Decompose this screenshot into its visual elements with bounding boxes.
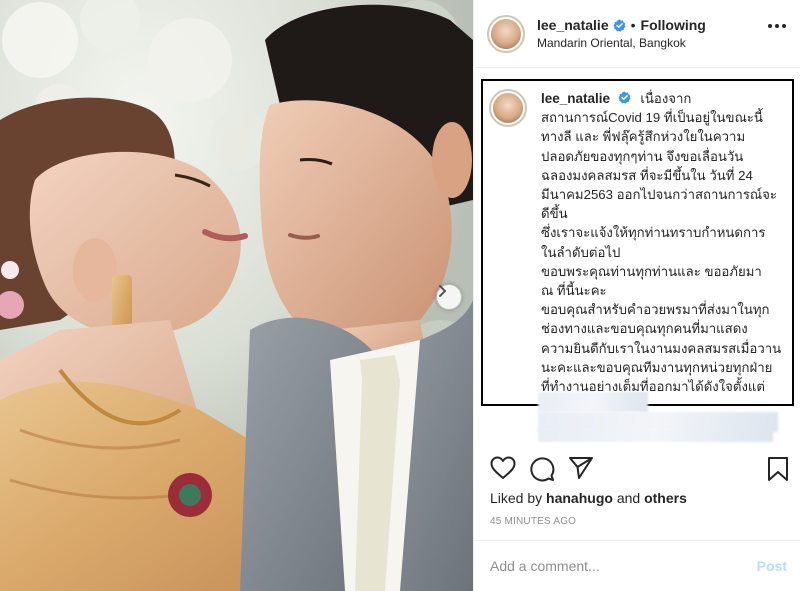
caption-line-text: เนื่องจาก <box>640 91 692 106</box>
redacted-comment <box>538 392 648 412</box>
post-header: lee_natalie • Following Mandarin Orienta… <box>474 0 800 68</box>
caption-line: ทางลี และ พี่ฟลุ๊ครู้สึกห่วงใยในความ <box>541 129 746 145</box>
more-dot <box>775 24 779 28</box>
likes-and: and <box>616 490 641 506</box>
likes-prefix: Liked by <box>490 490 543 506</box>
bookmark-icon[interactable] <box>767 456 789 482</box>
caption-line: ฉลองมงคลสมรส ที่จะมีขึ้นใน วันที่ 24 <box>541 167 753 183</box>
separator-dot: • <box>630 17 636 33</box>
post-actions <box>474 448 800 488</box>
verified-badge-icon <box>618 91 631 104</box>
caption-avatar[interactable] <box>489 89 527 127</box>
likes-summary: Liked by hanahugo and others <box>490 490 687 506</box>
avatar-image <box>491 18 521 49</box>
comment-input[interactable] <box>490 558 757 574</box>
heart-icon[interactable] <box>490 456 516 480</box>
share-icon[interactable] <box>568 456 594 480</box>
caption-text: lee_natalie เนื่องจาก สถานการณ์Covid 19 … <box>541 89 793 415</box>
redacted-comment <box>538 428 773 442</box>
location-link[interactable]: Mandarin Oriental, Bangkok <box>537 36 706 50</box>
caption-line: ในลำดับต่อไป <box>541 244 621 260</box>
caption-line: ดีขึ้น <box>541 206 568 222</box>
caption-line: ปลอดภัยของทุกๆท่าน จึงขอเลื่อนวัน <box>541 148 744 164</box>
more-dot <box>768 24 772 28</box>
carousel-next-button[interactable] <box>436 284 462 310</box>
post-photo[interactable] <box>0 0 473 591</box>
caption-username[interactable]: lee_natalie <box>541 91 610 106</box>
caption-line: นะคะและขอบคุณทีมงานทุกหน่วยทุกฝ่าย <box>541 359 773 375</box>
more-dot <box>782 24 786 28</box>
comment-bar: Post <box>474 540 800 591</box>
caption-line: ขอบพระคุณท่านทุกท่านและ ขออภัยมา <box>541 263 762 279</box>
username-row: lee_natalie • Following <box>537 17 706 33</box>
caption-line: ความยินดีกับเราในงานมงคลสมรสเมื่อวาน <box>541 340 782 356</box>
header-meta: lee_natalie • Following Mandarin Orienta… <box>537 17 706 50</box>
comment-icon[interactable] <box>529 456 555 482</box>
liked-by-others[interactable]: others <box>644 490 687 506</box>
caption-line: ซึ่งเราจะแจ้งให้ทุกท่านทราบกำหนดการ <box>541 225 766 241</box>
liked-by-user[interactable]: hanahugo <box>546 490 613 506</box>
avatar[interactable] <box>487 14 525 53</box>
header-username[interactable]: lee_natalie <box>537 17 609 33</box>
post-side-panel: lee_natalie • Following Mandarin Orienta… <box>473 0 800 591</box>
couple-photo-illustration <box>0 0 473 591</box>
more-options-button[interactable] <box>768 24 786 30</box>
post-comment-button[interactable]: Post <box>757 558 787 574</box>
caption-line: ช่องทางและขอบคุณทุกคนที่มาแสดง <box>541 321 748 337</box>
post-timestamp[interactable]: 45 MINUTES AGO <box>490 516 576 527</box>
caption-line: สถานการณ์Covid 19 ที่เป็นอยู่ในขณะนี้ <box>541 110 763 126</box>
caption-line: lee_natalie เนื่องจาก <box>541 89 793 108</box>
caption-highlight-box: lee_natalie เนื่องจาก สถานการณ์Covid 19 … <box>481 79 794 413</box>
caption-line: ณ ที่นี้นะคะ <box>541 283 607 299</box>
chevron-right-icon <box>439 285 447 297</box>
caption-line: มีนาคม2563 ออกไปจนกว่าสถานการณ์จะ <box>541 187 777 203</box>
avatar-image <box>493 93 523 123</box>
caption-line: ขอบคุณสำหรับคำอวยพรมาที่ส่งมาในทุก <box>541 302 770 318</box>
verified-badge-icon <box>612 18 626 32</box>
following-button[interactable]: Following <box>641 17 706 33</box>
